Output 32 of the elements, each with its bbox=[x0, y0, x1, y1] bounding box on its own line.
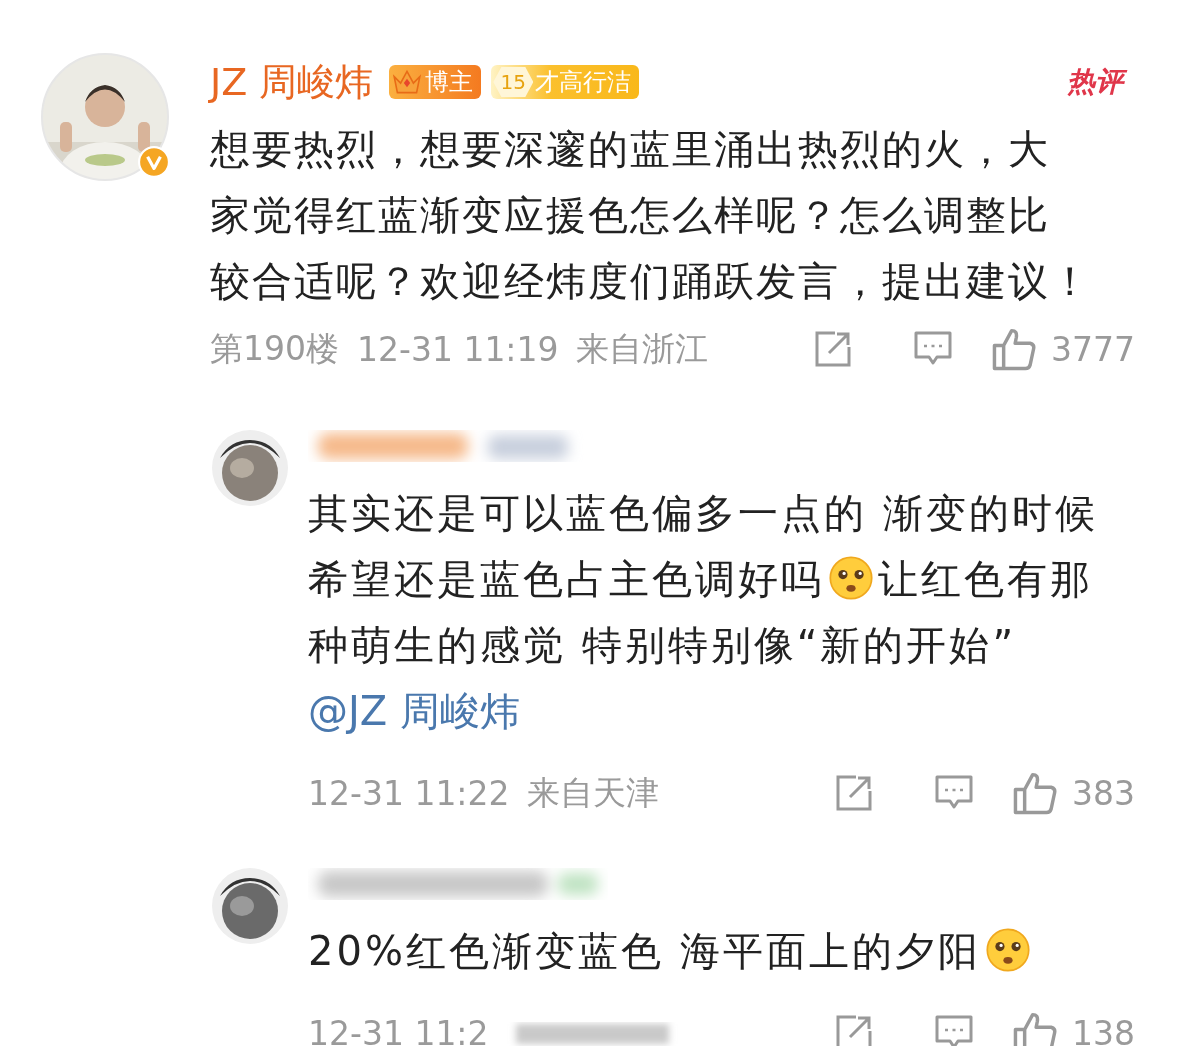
author-name[interactable]: JZ 周峻炜 bbox=[210, 56, 374, 108]
share-icon[interactable] bbox=[834, 1013, 874, 1046]
level-number: 15 bbox=[493, 67, 534, 97]
comment-text: 20%红色渐变蓝色 海平面上的夕阳 bbox=[308, 928, 981, 974]
comment-time: 12-31 11:19 bbox=[357, 329, 559, 369]
mention-link[interactable]: @JZ 周峻炜 bbox=[308, 678, 1135, 744]
comment-text: 其实还是可以蓝色偏多一点的 渐变的时候 bbox=[308, 490, 1098, 536]
share-icon[interactable] bbox=[834, 773, 874, 813]
comment-text: 较合适呢？欢迎经炜度们踊跃发言，提出建议！ bbox=[210, 258, 1092, 304]
comment-location: 来自天津 bbox=[527, 771, 660, 814]
comment-icon[interactable] bbox=[934, 1013, 974, 1046]
like-icon[interactable] bbox=[1012, 770, 1058, 816]
like-count: 3777 bbox=[1051, 329, 1135, 369]
comment-text: 希望还是蓝色占主色调好吗 bbox=[308, 556, 824, 602]
comment-time: 12-31 11:2 bbox=[308, 1013, 489, 1046]
badge-label: 才高行洁 bbox=[535, 67, 632, 98]
share-icon[interactable] bbox=[813, 329, 853, 369]
comment-text: 家觉得红蓝渐变应援色怎么样呢？怎么调整比 bbox=[210, 192, 1050, 238]
comment-text: 想要热烈，想要深邃的蓝里涌出热烈的火，大 bbox=[210, 126, 1050, 172]
hot-comment-label: 热评 bbox=[1065, 63, 1129, 101]
badge-label: 博主 bbox=[425, 67, 474, 98]
comment-time: 12-31 11:22 bbox=[308, 773, 510, 813]
like-count: 138 bbox=[1072, 1013, 1135, 1046]
floor-number: 第190楼 bbox=[210, 327, 339, 370]
like-count: 383 bbox=[1072, 773, 1135, 813]
comment-text: 让红色有那 bbox=[878, 556, 1093, 602]
emoji-face-icon bbox=[828, 555, 874, 601]
comment-location: 来自浙江 bbox=[576, 327, 709, 370]
comment-text: 种萌生的感觉 特别特别像“新的开始” bbox=[308, 622, 1017, 668]
like-icon[interactable] bbox=[991, 326, 1037, 372]
like-icon[interactable] bbox=[1012, 1010, 1058, 1046]
emoji-face-icon bbox=[984, 927, 1031, 973]
